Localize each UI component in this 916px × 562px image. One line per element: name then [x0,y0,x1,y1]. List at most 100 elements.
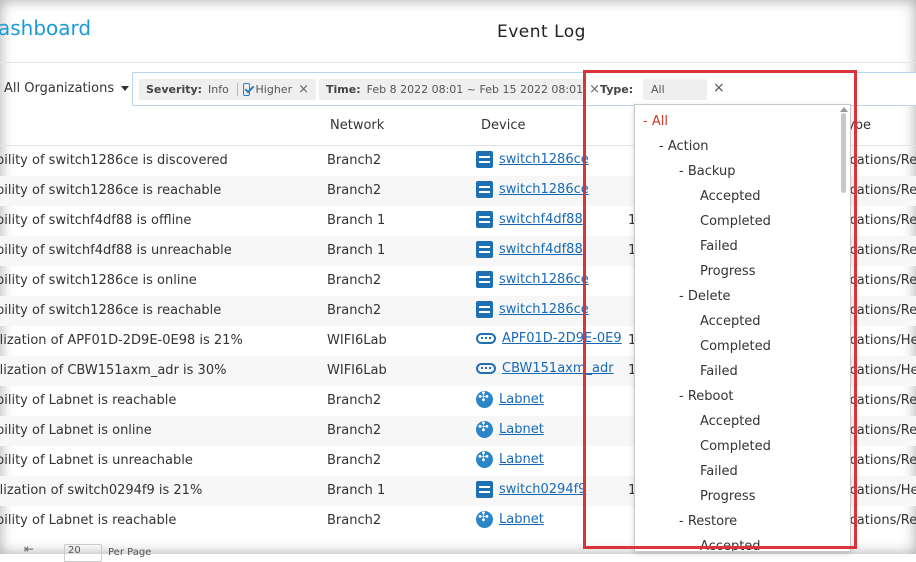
router-icon [476,451,493,468]
type-option[interactable]: Accepted [700,539,761,552]
event-device[interactable]: Labnet [476,421,544,438]
event-type: ications/Re [846,453,916,468]
event-type: ications/Re [846,423,916,438]
event-network: WIFI6Lab [327,333,387,348]
device-link[interactable]: switch1286ce [499,302,589,317]
type-option[interactable]: Failed [700,239,738,254]
type-option[interactable]: Failed [700,464,738,479]
event-type: ications/Re [846,243,916,258]
device-link[interactable]: switch1286ce [499,152,589,167]
type-option[interactable]: Accepted [700,189,761,204]
type-option[interactable]: Completed [700,439,771,454]
access-point-icon [476,333,496,344]
switch-icon [476,481,493,498]
close-icon[interactable]: × [713,80,725,96]
event-type: ications/Re [846,153,916,168]
event-message: bility of Labnet is reachable [0,393,176,408]
device-link[interactable]: switch0294f9 [499,482,586,497]
event-message: bility of Labnet is reachable [0,513,176,528]
close-icon[interactable]: × [292,82,309,97]
event-device[interactable]: switch1286ce [476,271,589,288]
event-type: ications/He [846,483,916,498]
type-option[interactable]: - Restore [679,514,737,529]
type-dropdown-menu[interactable]: - All - Action - Backup Accepted Completed Fa… [634,104,851,552]
header-divider [0,62,916,63]
device-link[interactable]: switchf4df88 [499,212,583,227]
time-value: Feb 8 2022 08:01 ~ Feb 15 2022 08:01 [367,83,584,96]
type-option[interactable]: - Delete [679,289,731,304]
event-device[interactable]: Labnet [476,511,544,528]
device-link[interactable]: Labnet [499,422,544,437]
device-link[interactable]: switchf4df88 [499,242,583,257]
type-option[interactable]: Progress [700,264,755,279]
scroll-up-icon[interactable] [840,107,848,112]
page-size-select[interactable]: 20 [64,544,102,562]
time-filter-chip[interactable]: Time: Feb 8 2022 08:01 ~ Feb 15 2022 08:… [319,79,584,100]
filter-bar[interactable]: Severity: Info Higher × Time: Feb 8 2022… [132,72,916,106]
type-option[interactable]: Progress [700,489,755,504]
event-network: Branch2 [327,303,381,318]
device-link[interactable]: Labnet [499,452,544,467]
event-device[interactable]: Labnet [476,451,544,468]
severity-filter-chip[interactable]: Severity: Info Higher × [139,79,316,100]
event-network: Branch2 [327,423,381,438]
dropdown-scrollbar[interactable] [840,107,848,547]
scroll-thumb[interactable] [841,113,846,193]
type-option[interactable]: Accepted [700,314,761,329]
organization-select-label: All Organizations [4,81,114,96]
switch-icon [476,151,493,168]
app-brand[interactable]: ashboard [0,16,91,40]
event-network: Branch2 [327,393,381,408]
device-link[interactable]: switch1286ce [499,182,589,197]
event-device[interactable]: switchf4df88 [476,241,583,258]
event-device[interactable]: switch1286ce [476,181,589,198]
close-icon[interactable]: × [583,82,600,97]
event-message: ilization of APF01D-2D9E-0E98 is 21% [0,333,243,348]
device-link[interactable]: Labnet [499,512,544,527]
event-type: ications/Re [846,273,916,288]
severity-value: Info [208,83,229,96]
device-link[interactable]: APF01D-2D9E-0E9 [502,331,622,346]
event-message: bility of switch1286ce is reachable [0,303,221,318]
event-message: ilization of switch0294f9 is 21% [0,483,202,498]
type-option[interactable]: Failed [700,364,738,379]
device-link[interactable]: CBW151axm_adr [502,361,614,376]
event-type: ications/Re [846,303,916,318]
type-option[interactable]: Completed [700,214,771,229]
checkbox-checked-icon[interactable] [243,83,249,96]
type-option[interactable]: - Reboot [679,389,734,404]
event-message: ilization of CBW151axm_adr is 30% [0,363,226,378]
column-header-device[interactable]: Device [481,118,525,133]
organization-select[interactable]: All Organizations [4,81,129,96]
page-size-label: Per Page [108,547,151,558]
device-link[interactable]: Labnet [499,392,544,407]
event-message: bility of switch1286ce is discovered [0,153,228,168]
event-network: Branch2 [327,183,381,198]
time-key: Time: [326,83,361,96]
type-option[interactable]: Completed [700,339,771,354]
event-message: bility of switch1286ce is online [0,273,197,288]
event-device[interactable]: switchf4df88 [476,211,583,228]
event-device[interactable]: switch0294f9 [476,481,586,498]
event-device[interactable]: Labnet [476,391,544,408]
event-network: Branch2 [327,513,381,528]
access-point-icon [476,363,496,374]
type-option[interactable]: Accepted [700,414,761,429]
type-option[interactable]: - All [643,114,668,129]
column-header-network[interactable]: Network [330,118,384,133]
event-device[interactable]: switch1286ce [476,301,589,318]
event-network: Branch 1 [327,243,385,258]
type-option[interactable]: - Action [659,139,709,154]
event-device[interactable]: APF01D-2D9E-0E9 [476,331,622,346]
event-device[interactable]: CBW151axm_adr [476,361,614,376]
event-network: Branch 1 [327,213,385,228]
event-network: Branch2 [327,153,381,168]
type-key: Type: [600,83,633,96]
router-icon [476,421,493,438]
type-option[interactable]: - Backup [679,164,735,179]
switch-icon [476,301,493,318]
severity-key: Severity: [146,83,202,96]
type-filter-chip[interactable]: All [643,79,707,100]
device-link[interactable]: switch1286ce [499,272,589,287]
event-device[interactable]: switch1286ce [476,151,589,168]
